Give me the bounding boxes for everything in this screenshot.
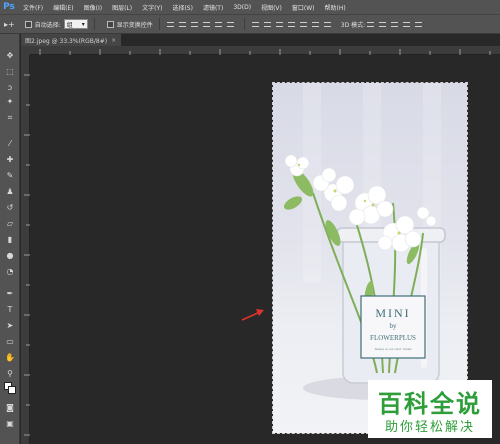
jar-label-brand: FLOWERPLUS (370, 334, 416, 342)
move-tool-preset-icon[interactable]: ▸+ (4, 20, 15, 29)
options-bar: ▸+ 自动选择: 组 ▾ 显示变换控件 3D 模式: (0, 14, 500, 34)
3d-scale-icon[interactable] (413, 20, 423, 29)
marquee-tool-icon[interactable]: ⬚ (3, 66, 17, 78)
horizontal-ruler[interactable] (30, 46, 500, 55)
pen-tool-icon[interactable]: ✒ (3, 288, 17, 300)
zoom-tool-icon[interactable]: ⚲ (3, 368, 17, 380)
distribute-top-icon[interactable] (251, 20, 261, 29)
align-right-icon[interactable] (226, 20, 236, 29)
menu-image[interactable]: 图像(I) (79, 3, 107, 12)
menu-view[interactable]: 视图(V) (256, 3, 287, 12)
magic-wand-tool-icon[interactable]: ✦ (3, 96, 17, 108)
chevron-down-icon: ▾ (81, 20, 85, 28)
document-tab-label: 图2.jpeg @ 33.3%(RGB/8#) (25, 37, 108, 45)
menu-file[interactable]: 文件(F) (18, 3, 48, 12)
3d-roll-icon[interactable] (377, 20, 387, 29)
align-left-icon[interactable] (202, 20, 212, 29)
auto-align-icon[interactable] (323, 20, 333, 29)
hand-tool-icon[interactable]: ✋ (3, 352, 17, 364)
watermark-logo: 百科全说 助你轻松解决 (368, 380, 492, 438)
ruler-corner (21, 46, 30, 55)
3d-slide-icon[interactable] (401, 20, 411, 29)
align-hcenter-icon[interactable] (214, 20, 224, 29)
shape-tool-icon[interactable]: ▭ (3, 336, 17, 348)
align-vcenter-icon[interactable] (178, 20, 188, 29)
auto-select-label: 自动选择: (34, 21, 61, 29)
align-top-icon[interactable] (166, 20, 176, 29)
menu-filter[interactable]: 滤镜(T) (198, 3, 228, 12)
align-bottom-icon[interactable] (190, 20, 200, 29)
menu-help[interactable]: 帮助(H) (320, 3, 351, 12)
distribute-bottom-icon[interactable] (275, 20, 285, 29)
healing-brush-icon[interactable]: ✚ (3, 154, 17, 166)
3d-rotate-icon[interactable] (365, 20, 375, 29)
lasso-tool-icon[interactable]: ↄ (3, 82, 17, 94)
brush-tool-icon[interactable]: ✎ (3, 170, 17, 182)
jar-label-title: MINI (375, 306, 410, 320)
tools-panel: ✥ ⬚ ↄ ✦ ⌗ ⁄ ✚ ✎ ♟ ↺ ▱ ▮ ● ◔ ✒ T ➤ ▭ ✋ ⚲ … (0, 34, 20, 444)
ruler-ticks (24, 74, 30, 436)
3d-drag-icon[interactable] (389, 20, 399, 29)
eraser-tool-icon[interactable]: ▱ (3, 218, 17, 230)
photoshop-logo: Ps (3, 2, 15, 12)
eyedropper-tool-icon[interactable]: ⁄ (3, 138, 17, 150)
vertical-ruler[interactable] (21, 55, 30, 444)
menu-3d[interactable]: 3D(D) (228, 4, 256, 11)
history-brush-icon[interactable]: ↺ (3, 202, 17, 214)
menu-layer[interactable]: 图层(L) (107, 3, 137, 12)
quick-mask-icon[interactable]: ◙ (3, 402, 17, 414)
distribute-right-icon[interactable] (311, 20, 321, 29)
jar-label-tagline: Always on our mind · florals (375, 347, 412, 351)
divider (93, 18, 95, 30)
watermark-subtitle: 助你轻松解决 (384, 420, 475, 435)
move-tool-icon[interactable]: ✥ (3, 50, 17, 62)
watermark-title: 百科全说 (378, 390, 482, 418)
clone-stamp-icon[interactable]: ♟ (3, 186, 17, 198)
show-transform-checkbox[interactable] (106, 20, 114, 28)
gradient-tool-icon[interactable]: ▮ (3, 234, 17, 246)
type-tool-icon[interactable]: T (3, 304, 17, 316)
3d-mode-label: 3D 模式: (340, 21, 366, 29)
distribute-vcenter-icon[interactable] (263, 20, 273, 29)
close-icon[interactable]: × (111, 37, 116, 44)
screen-mode-icon[interactable]: ▣ (3, 418, 17, 430)
menu-select[interactable]: 选择(S) (167, 3, 198, 12)
background-color-swatch[interactable] (8, 386, 16, 394)
red-arrow-icon (241, 309, 264, 321)
dodge-tool-icon[interactable]: ◔ (3, 266, 17, 278)
menu-type[interactable]: 文字(Y) (137, 3, 167, 12)
show-transform-label: 显示变换控件 (116, 21, 153, 29)
distribute-left-icon[interactable] (287, 20, 297, 29)
auto-select-value: 组 (66, 21, 73, 29)
jar-label-by: by (390, 322, 398, 330)
blur-tool-icon[interactable]: ● (3, 250, 17, 262)
document-tab[interactable]: 图2.jpeg @ 33.3%(RGB/8#) × (21, 34, 121, 46)
menu-bar: Ps 文件(F) 编辑(E) 图像(I) 图层(L) 文字(Y) 选择(S) 滤… (0, 0, 500, 14)
ruler-ticks (39, 49, 491, 55)
menu-edit[interactable]: 编辑(E) (48, 3, 78, 12)
crop-tool-icon[interactable]: ⌗ (3, 112, 17, 124)
distribute-hcenter-icon[interactable] (299, 20, 309, 29)
divider (243, 18, 245, 30)
path-selection-icon[interactable]: ➤ (3, 320, 17, 332)
menu-window[interactable]: 窗口(W) (287, 3, 320, 12)
auto-select-dropdown[interactable]: 组 ▾ (63, 19, 88, 29)
divider (158, 18, 160, 30)
auto-select-checkbox[interactable] (24, 20, 32, 28)
